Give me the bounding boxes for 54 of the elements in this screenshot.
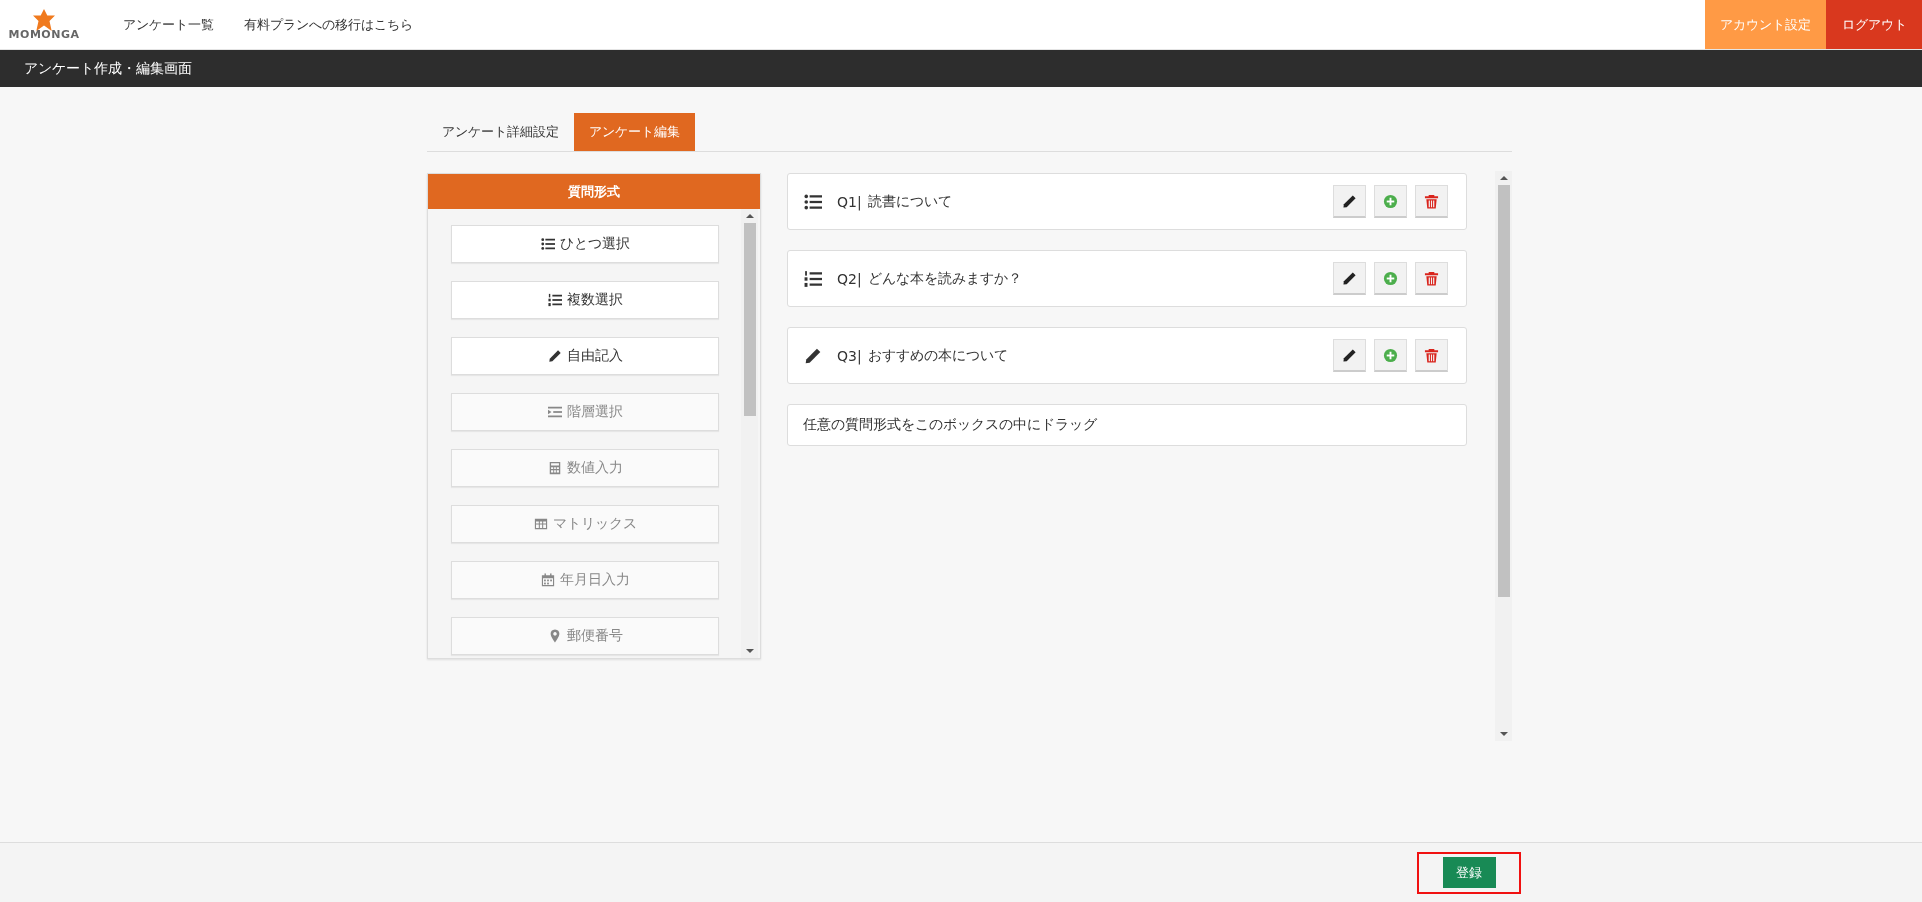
plus-circle-icon — [1383, 347, 1398, 363]
tab[interactable]: アンケート編集 — [574, 113, 695, 151]
numbered-list-icon — [803, 269, 823, 288]
trash-icon — [1424, 193, 1439, 209]
scroll-up-arrow-icon[interactable] — [745, 213, 754, 219]
table-icon — [533, 517, 548, 531]
delete-button[interactable] — [1415, 339, 1448, 372]
trash-icon — [1424, 270, 1439, 286]
scroll-down-arrow-icon[interactable] — [745, 648, 754, 654]
add-button[interactable] — [1374, 339, 1407, 372]
question-title: おすすめの本について — [867, 346, 1008, 365]
scroll-down-arrow-icon[interactable] — [1499, 731, 1508, 737]
question-number: Q1| — [837, 193, 862, 210]
pencil-icon — [547, 349, 562, 363]
question-type-button[interactable]: 自由記入 — [451, 337, 719, 375]
question-type-button[interactable]: ひとつ選択 — [451, 225, 719, 263]
logout-button[interactable]: ログアウト — [1826, 0, 1922, 49]
edit-button[interactable] — [1333, 262, 1366, 295]
pencil-icon — [803, 346, 823, 365]
list-icon — [803, 192, 823, 211]
star-icon — [33, 8, 55, 31]
question-number: Q2| — [837, 270, 862, 287]
nav-link[interactable]: 有料プランへの移行はこちら — [244, 15, 413, 34]
indent-icon — [547, 405, 562, 419]
logo-text: MOMONGA — [8, 27, 80, 41]
add-button[interactable] — [1374, 262, 1407, 295]
delete-button[interactable] — [1415, 185, 1448, 218]
plus-circle-icon — [1383, 270, 1398, 286]
question-title: どんな本を読みますか？ — [867, 269, 1022, 288]
add-button[interactable] — [1374, 185, 1407, 218]
panel-title: 質問形式 — [428, 174, 760, 209]
delete-button[interactable] — [1415, 262, 1448, 295]
scroll-up-arrow-icon[interactable] — [1499, 175, 1508, 181]
plus-circle-icon — [1383, 193, 1398, 209]
question-number: Q3| — [837, 347, 862, 364]
drop-zone[interactable]: 任意の質問形式をこのボックスの中にドラッグ — [787, 404, 1467, 446]
question-type-button[interactable]: 複数選択 — [451, 281, 719, 319]
scrollbar[interactable] — [741, 209, 758, 658]
tab[interactable]: アンケート詳細設定 — [427, 113, 574, 151]
trash-icon — [1424, 347, 1439, 363]
edit-button[interactable] — [1333, 185, 1366, 218]
register-button[interactable]: 登録 — [1442, 857, 1496, 888]
nav-link[interactable]: アンケート一覧 — [123, 15, 214, 34]
question-title: 読書について — [867, 192, 952, 211]
pencil-icon — [1342, 193, 1357, 209]
list-icon — [540, 237, 555, 251]
calendar-icon — [540, 573, 555, 587]
pencil-icon — [1342, 270, 1357, 286]
numbered-list-icon — [547, 293, 562, 307]
scrollbar[interactable] — [1495, 171, 1512, 741]
page-title: アンケート作成・編集画面 — [24, 59, 192, 78]
edit-button[interactable] — [1333, 339, 1366, 372]
calculator-icon — [547, 461, 562, 475]
pencil-icon — [1342, 347, 1357, 363]
